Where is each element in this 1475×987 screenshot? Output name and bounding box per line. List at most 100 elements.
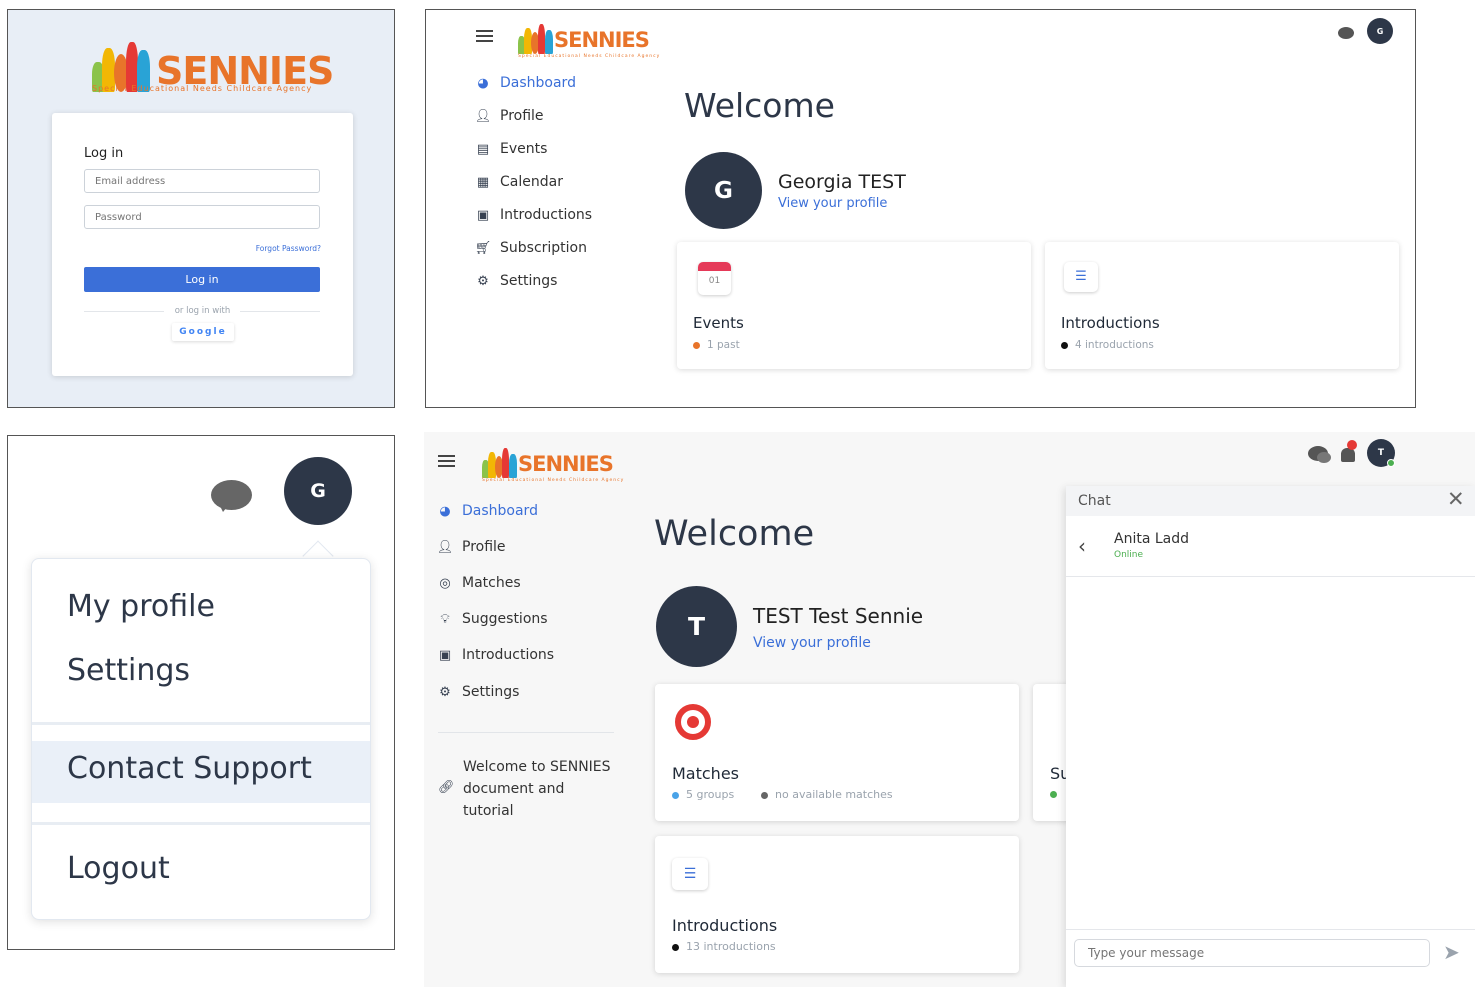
introductions-card[interactable]: ☰ Introductions 13 introductions xyxy=(655,836,1019,973)
close-icon[interactable]: ✕ xyxy=(1447,487,1465,511)
sennies-logo-small: SENNIES Special Educational Needs Childc… xyxy=(518,18,659,59)
nav-introductions[interactable]: ▣ Introductions xyxy=(438,647,554,663)
nav-label: Introductions xyxy=(500,207,593,223)
introductions-card-title: Introductions xyxy=(672,916,778,935)
nav-dashboard[interactable]: ◕ Dashboard xyxy=(438,503,538,519)
online-status-dot xyxy=(1387,459,1395,467)
brand-tagline: Special Educational Needs Childcare Agen… xyxy=(92,84,313,93)
events-card-stat-row: 1 past xyxy=(693,339,740,351)
nav-dashboard[interactable]: ◕ Dashboard xyxy=(476,75,576,91)
user-name: Georgia TEST xyxy=(778,171,906,193)
chat-footer-divider xyxy=(1066,929,1475,930)
events-card-title: Events xyxy=(693,314,744,332)
matches-stat-1: 5 groups xyxy=(686,788,735,801)
green-dot xyxy=(1050,791,1057,798)
back-chevron-icon[interactable]: ‹ xyxy=(1078,534,1086,558)
introductions-card-stat: 4 introductions xyxy=(1075,339,1154,351)
menu-item-settings[interactable]: Settings xyxy=(67,653,190,688)
login-button[interactable]: Log in xyxy=(84,267,320,292)
introductions-card-title: Introductions xyxy=(1061,314,1160,332)
forgot-password-link[interactable]: Forgot Password? xyxy=(256,244,321,253)
doc-tutorial-link[interactable]: Welcome to SENNIES document and tutorial xyxy=(463,756,613,822)
sennies-logo-small: SENNIES Special Educational Needs Childc… xyxy=(482,440,623,483)
nav-profile[interactable]: 👤︎ Profile xyxy=(437,539,506,555)
introductions-stat: 13 introductions xyxy=(686,940,776,953)
calendar-badge-icon: 01 xyxy=(698,262,731,295)
matches-card[interactable]: Matches 5 groups no available matches xyxy=(655,684,1019,821)
matches-stat-2: no available matches xyxy=(775,788,893,801)
link-icon: 🔗︎ xyxy=(438,780,455,795)
brand-name-small: SENNIES xyxy=(554,28,650,52)
brand-tagline-small: Special Educational Needs Childcare Agen… xyxy=(482,478,625,483)
menu-item-contact-support[interactable]: Contact Support xyxy=(32,741,370,803)
chat-icon[interactable] xyxy=(1338,27,1354,39)
calendar-icon: ▦ xyxy=(476,174,490,190)
profile-dropdown: My profile Settings Contact Support Logo… xyxy=(31,558,371,920)
profile-menu-screen: G My profile Settings Contact Support Lo… xyxy=(7,435,395,950)
nav-label: Matches xyxy=(462,575,521,591)
welcome-heading: Welcome xyxy=(654,514,815,554)
nav-suggestions[interactable]: 💡︎ Suggestions xyxy=(438,611,547,627)
nav-profile[interactable]: 👤︎ Profile xyxy=(475,108,544,124)
menu-avatar[interactable]: G xyxy=(284,457,352,525)
events-card[interactable]: 01 Events 1 past xyxy=(677,242,1031,369)
menu-item-my-profile[interactable]: My profile xyxy=(67,589,215,624)
nav-label: Introductions xyxy=(462,647,555,663)
user-name: TEST Test Sennie xyxy=(753,604,924,628)
bell-icon[interactable] xyxy=(1341,448,1355,462)
chat-contact-name: Anita Ladd xyxy=(1114,531,1190,547)
nav-label: Calendar xyxy=(500,174,563,190)
nav-divider xyxy=(438,732,614,733)
chat-header: Chat ✕ xyxy=(1066,486,1475,516)
user-avatar[interactable]: G xyxy=(1367,18,1393,44)
black-dot xyxy=(1061,341,1068,349)
nav-calendar[interactable]: ▦ Calendar xyxy=(476,174,563,190)
password-input[interactable] xyxy=(84,205,320,229)
nav-settings[interactable]: ⚙ Settings xyxy=(438,684,519,700)
nav-events[interactable]: ▤ Events xyxy=(476,141,548,157)
matches-stat-available: no available matches xyxy=(761,788,893,801)
nav-matches[interactable]: ◎ Matches xyxy=(438,575,521,591)
view-profile-link[interactable]: View your profile xyxy=(753,635,871,651)
nav-label: Dashboard xyxy=(462,503,538,519)
nav-label: Settings xyxy=(462,684,520,700)
google-login-button[interactable]: Google xyxy=(172,323,234,341)
introductions-card-stat-row: 4 introductions xyxy=(1061,339,1154,351)
introductions-card[interactable]: ☰ Introductions 4 introductions xyxy=(1045,242,1399,369)
chat-bubble-tail xyxy=(218,502,231,512)
email-input[interactable] xyxy=(84,169,320,193)
view-profile-link[interactable]: View your profile xyxy=(778,196,887,211)
contact-support-label: Contact Support xyxy=(67,751,312,786)
dashboard-screen-1: SENNIES Special Educational Needs Childc… xyxy=(425,9,1416,408)
matches-stat-groups: 5 groups xyxy=(672,788,734,801)
chat-header-divider xyxy=(1066,576,1475,577)
nav-introductions[interactable]: ▣ Introductions xyxy=(476,207,592,223)
hamburger-menu-icon[interactable] xyxy=(438,452,455,470)
chat-contact-status: Online xyxy=(1114,550,1144,560)
black-dot xyxy=(672,943,679,951)
chat-message-input[interactable] xyxy=(1074,939,1430,967)
lightbulb-icon: 💡︎ xyxy=(440,611,450,627)
nav-label: Dashboard xyxy=(500,75,576,91)
dashboard-screen-2: SENNIES Special Educational Needs Childc… xyxy=(424,432,1475,987)
menu-divider-2 xyxy=(32,822,370,825)
nav-settings[interactable]: ⚙ Settings xyxy=(476,273,557,289)
profile-avatar: G xyxy=(685,152,762,229)
brand-name-small: SENNIES xyxy=(518,452,614,476)
send-icon[interactable]: ➤ xyxy=(1443,940,1460,964)
target-badge-icon xyxy=(675,704,711,740)
users-cog-icon: ⚙ xyxy=(439,684,451,700)
gray-dot xyxy=(761,791,768,799)
welcome-heading: Welcome xyxy=(684,86,835,125)
id-card-icon: ▣ xyxy=(438,647,452,663)
nav-label: Settings xyxy=(500,273,558,289)
menu-item-logout[interactable]: Logout xyxy=(67,851,170,886)
login-screen: SENNIES Special Educational Needs Childc… xyxy=(7,9,395,408)
menu-divider xyxy=(32,722,370,725)
hamburger-menu-icon[interactable] xyxy=(476,27,493,45)
nav-label: Profile xyxy=(500,108,544,124)
target-icon: ◎ xyxy=(439,575,451,591)
nav-subscription[interactable]: 🛒︎ Subscription xyxy=(474,240,587,256)
cart-icon: 🛒︎ xyxy=(474,240,492,256)
profile-avatar: T xyxy=(656,586,737,667)
